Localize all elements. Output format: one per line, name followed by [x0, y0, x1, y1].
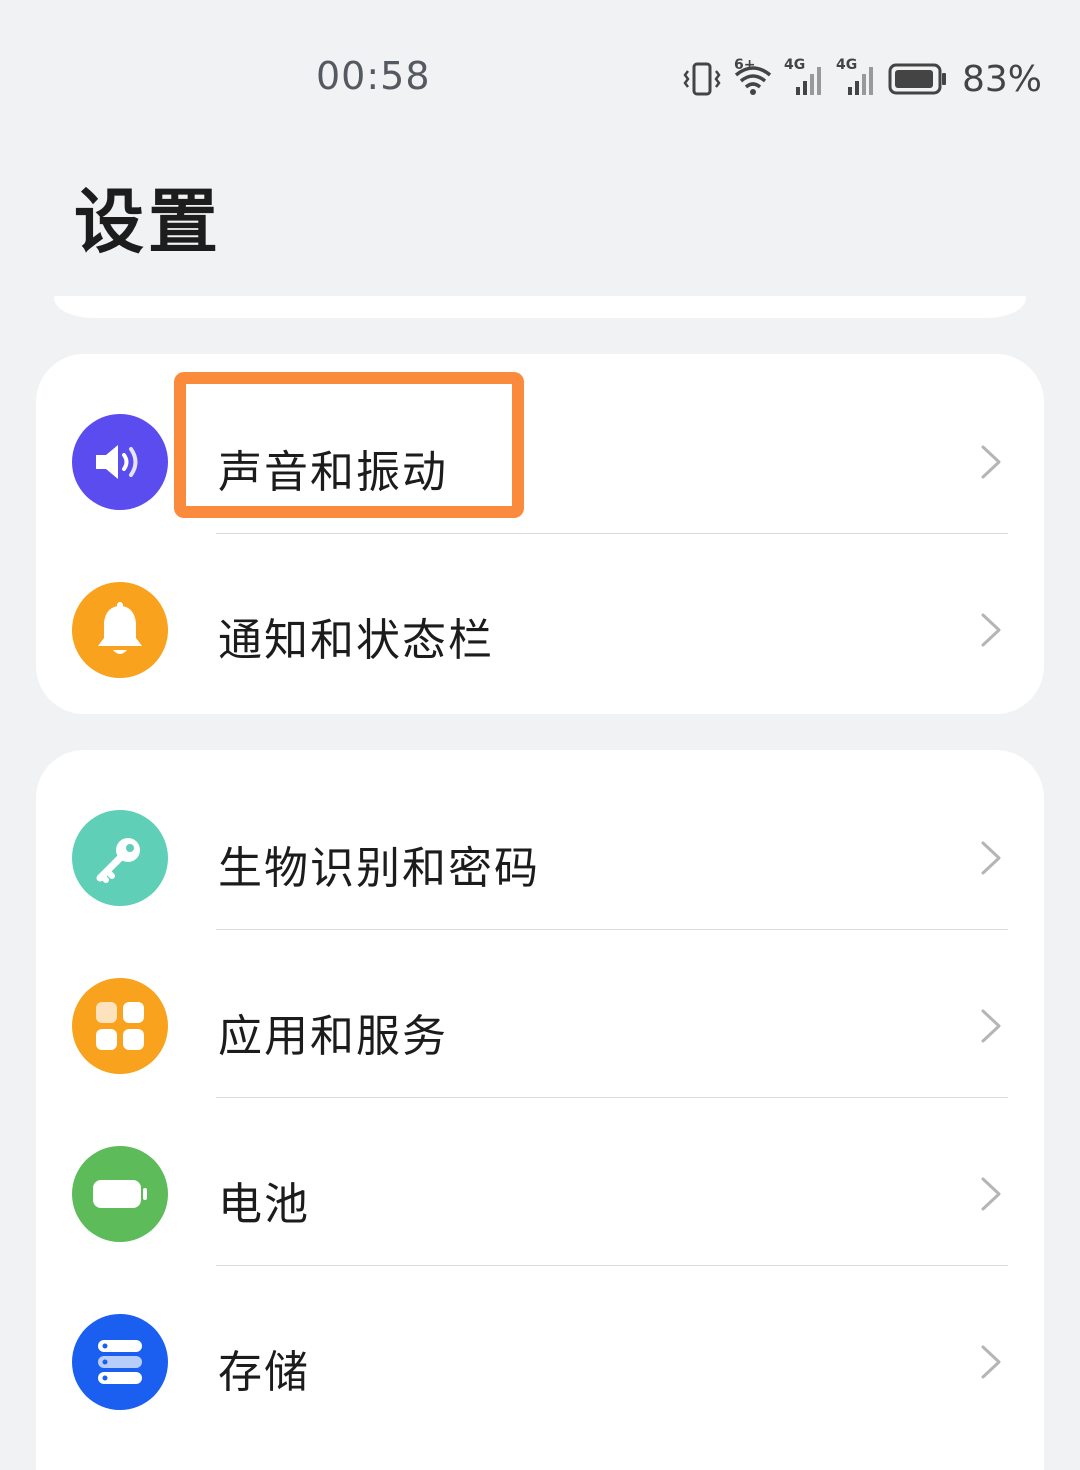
wifi-standard-label: 6+: [733, 57, 756, 73]
settings-item-storage[interactable]: 存储: [36, 1266, 1044, 1434]
settings-group-1: 声音和振动 通知和状态栏: [36, 354, 1044, 714]
settings-item-biometrics-password[interactable]: 生物识别和密码: [36, 762, 1044, 930]
vibrate-icon: [682, 61, 722, 97]
signal-4g-icon: 4G: [836, 57, 878, 97]
storage-icon: [72, 1314, 168, 1410]
apps-grid-icon: [72, 978, 168, 1074]
page-title: 设置: [74, 181, 222, 263]
chevron-right-icon: [981, 1009, 1001, 1043]
settings-item-battery[interactable]: 电池: [36, 1098, 1044, 1266]
status-icons: 6+ 4G 4G 83%: [682, 55, 1042, 103]
speaker-icon: [72, 414, 168, 510]
settings-item-apps-services[interactable]: 应用和服务: [36, 930, 1044, 1098]
settings-item-label: 通知和状态栏: [218, 615, 494, 666]
settings-item-label: 声音和振动: [218, 447, 448, 498]
settings-item-label: 存储: [218, 1347, 310, 1398]
network-label-1: 4G: [783, 57, 806, 73]
settings-item-notifications-status-bar[interactable]: 通知和状态栏: [36, 534, 1044, 702]
key-icon: [72, 810, 168, 906]
settings-group-2: 生物识别和密码 应用和服务 电池 存储: [36, 750, 1044, 1470]
settings-item-sound-vibration[interactable]: 声音和振动: [36, 366, 1044, 534]
signal-4g-icon: 4G: [784, 57, 826, 97]
chevron-right-icon: [981, 613, 1001, 647]
battery-icon: [888, 62, 948, 96]
battery-icon: [72, 1146, 168, 1242]
status-time: 00:58: [316, 54, 431, 98]
settings-item-label: 生物识别和密码: [218, 843, 540, 894]
chevron-right-icon: [981, 841, 1001, 875]
scrolled-card-edge: [54, 296, 1026, 318]
settings-item-label: 电池: [218, 1179, 310, 1230]
settings-item-label: 应用和服务: [218, 1011, 448, 1062]
chevron-right-icon: [981, 445, 1001, 479]
chevron-right-icon: [981, 1345, 1001, 1379]
wifi-icon: 6+: [732, 57, 774, 97]
chevron-right-icon: [981, 1177, 1001, 1211]
bell-icon: [72, 582, 168, 678]
status-bar: 00:58 6+ 4G 4G 83%: [0, 0, 1080, 160]
battery-percent: 83%: [961, 58, 1042, 100]
network-label-2: 4G: [835, 57, 858, 73]
